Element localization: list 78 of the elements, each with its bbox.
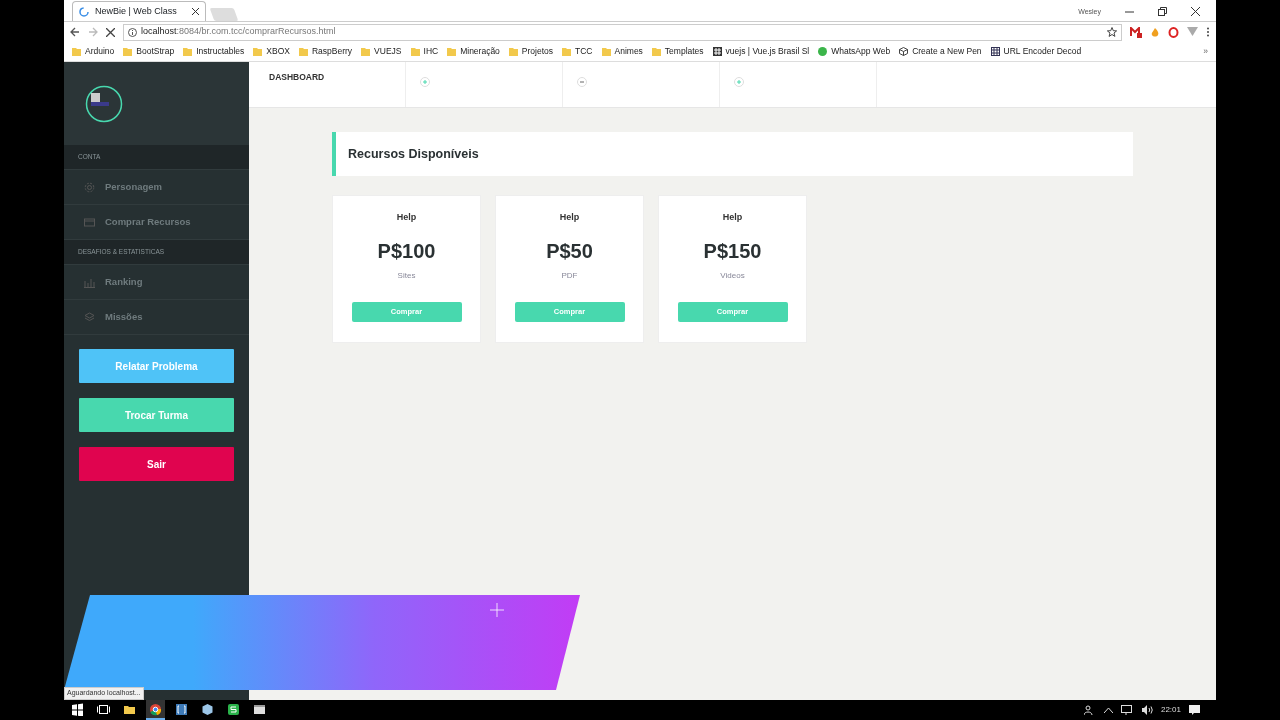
folder-icon bbox=[298, 47, 308, 56]
window-icon[interactable] bbox=[253, 702, 266, 716]
folder-icon bbox=[562, 47, 572, 56]
avatar-icon bbox=[85, 84, 123, 123]
loading-icon bbox=[79, 6, 89, 17]
folder-icon bbox=[123, 47, 133, 56]
gear-icon bbox=[84, 181, 95, 193]
editor-icon[interactable] bbox=[175, 702, 188, 716]
star-icon[interactable] bbox=[1107, 27, 1117, 37]
folder-icon bbox=[410, 47, 420, 56]
folder-icon bbox=[601, 47, 611, 56]
sidebar-button[interactable]: Sair bbox=[79, 447, 234, 481]
people-icon[interactable] bbox=[1083, 705, 1096, 715]
price-text: P$100 bbox=[377, 240, 436, 261]
layers-icon bbox=[84, 311, 95, 323]
section-title: Recursos Disponíveis bbox=[332, 132, 1133, 176]
folder-icon bbox=[651, 47, 661, 56]
browser-tab[interactable]: NewBie | Web Class bbox=[72, 1, 206, 21]
bar-chart-icon bbox=[84, 276, 95, 288]
menu-icon[interactable] bbox=[1206, 27, 1210, 37]
bookmark[interactable]: vuejs | Vue.js Brasil Sl bbox=[712, 45, 810, 58]
folder-icon bbox=[447, 47, 457, 56]
price-text: P$150 bbox=[703, 240, 762, 261]
folder-icon bbox=[508, 47, 518, 56]
caret-up-icon[interactable] bbox=[1103, 707, 1113, 713]
folder-icon bbox=[183, 47, 193, 56]
back-icon[interactable] bbox=[70, 27, 80, 37]
more-bookmarks-button[interactable]: » bbox=[1203, 45, 1208, 58]
taskbar-button[interactable] bbox=[146, 700, 165, 720]
close-icon[interactable] bbox=[192, 8, 199, 15]
bookmark[interactable]: IHC bbox=[410, 45, 439, 58]
spreadsheet-icon[interactable] bbox=[227, 702, 240, 716]
price-text: P$50 bbox=[546, 240, 593, 261]
bookmark[interactable]: VUEJS bbox=[361, 45, 402, 58]
bookmark[interactable]: WhatsApp Web bbox=[818, 45, 891, 58]
network-icon[interactable] bbox=[1120, 705, 1133, 715]
volume-icon[interactable] bbox=[1140, 705, 1153, 715]
address-bar[interactable]: localhost:8084/br.com.tcc/comprarRecursos.html bbox=[123, 23, 1122, 41]
card-subtitle: PDF bbox=[561, 269, 578, 282]
dashboard-title: DASHBOARD bbox=[249, 62, 406, 107]
card-subtitle: Videos bbox=[720, 269, 745, 282]
bookmark[interactable]: Instructables bbox=[183, 45, 245, 58]
bookmark[interactable]: TCC bbox=[562, 45, 593, 58]
chrome-icon[interactable] bbox=[149, 702, 162, 716]
cube-icon bbox=[899, 47, 909, 56]
info-icon bbox=[128, 27, 137, 37]
bookmark[interactable]: XBOX bbox=[253, 45, 290, 58]
bookmark[interactable]: Create a New Pen bbox=[899, 45, 982, 58]
bookmark[interactable]: Mineração bbox=[447, 45, 500, 58]
close-icon[interactable] bbox=[1191, 7, 1200, 17]
mail-extension-icon[interactable] bbox=[1130, 26, 1142, 38]
restore-icon[interactable] bbox=[1158, 7, 1167, 17]
folder-icon bbox=[361, 47, 371, 56]
bookmark[interactable]: Projetos bbox=[508, 45, 554, 58]
opera-extension-icon[interactable] bbox=[1168, 26, 1179, 38]
windows-logo-icon[interactable] bbox=[71, 702, 84, 716]
folder-icon bbox=[72, 47, 81, 56]
cube-icon[interactable] bbox=[201, 702, 214, 716]
task-view-icon[interactable] bbox=[97, 702, 110, 716]
crosshair-icon bbox=[490, 603, 504, 617]
folder-icon bbox=[253, 47, 263, 56]
stop-icon[interactable] bbox=[106, 27, 115, 37]
tab-title: NewBie | Web Class bbox=[95, 4, 178, 18]
card-title: Help bbox=[396, 211, 417, 224]
clock-text[interactable]: 22:01 bbox=[1160, 704, 1181, 716]
bookmark[interactable]: RaspBerry bbox=[298, 45, 353, 58]
bookmark[interactable]: Arduino bbox=[72, 45, 115, 58]
bookmark[interactable]: Templates bbox=[651, 45, 704, 58]
card-subtitle: Sites bbox=[397, 269, 416, 282]
bookmark[interactable]: BootStrap bbox=[123, 45, 175, 58]
card-title: Help bbox=[559, 211, 580, 224]
card-title: Help bbox=[722, 211, 743, 224]
grid-icon bbox=[990, 47, 1000, 56]
card-icon bbox=[84, 216, 95, 228]
bookmark[interactable]: URL Encoder Decod bbox=[990, 45, 1082, 58]
notification-icon[interactable] bbox=[1189, 704, 1200, 716]
chat-icon bbox=[818, 47, 828, 56]
bookmark[interactable]: Animes bbox=[601, 45, 643, 58]
